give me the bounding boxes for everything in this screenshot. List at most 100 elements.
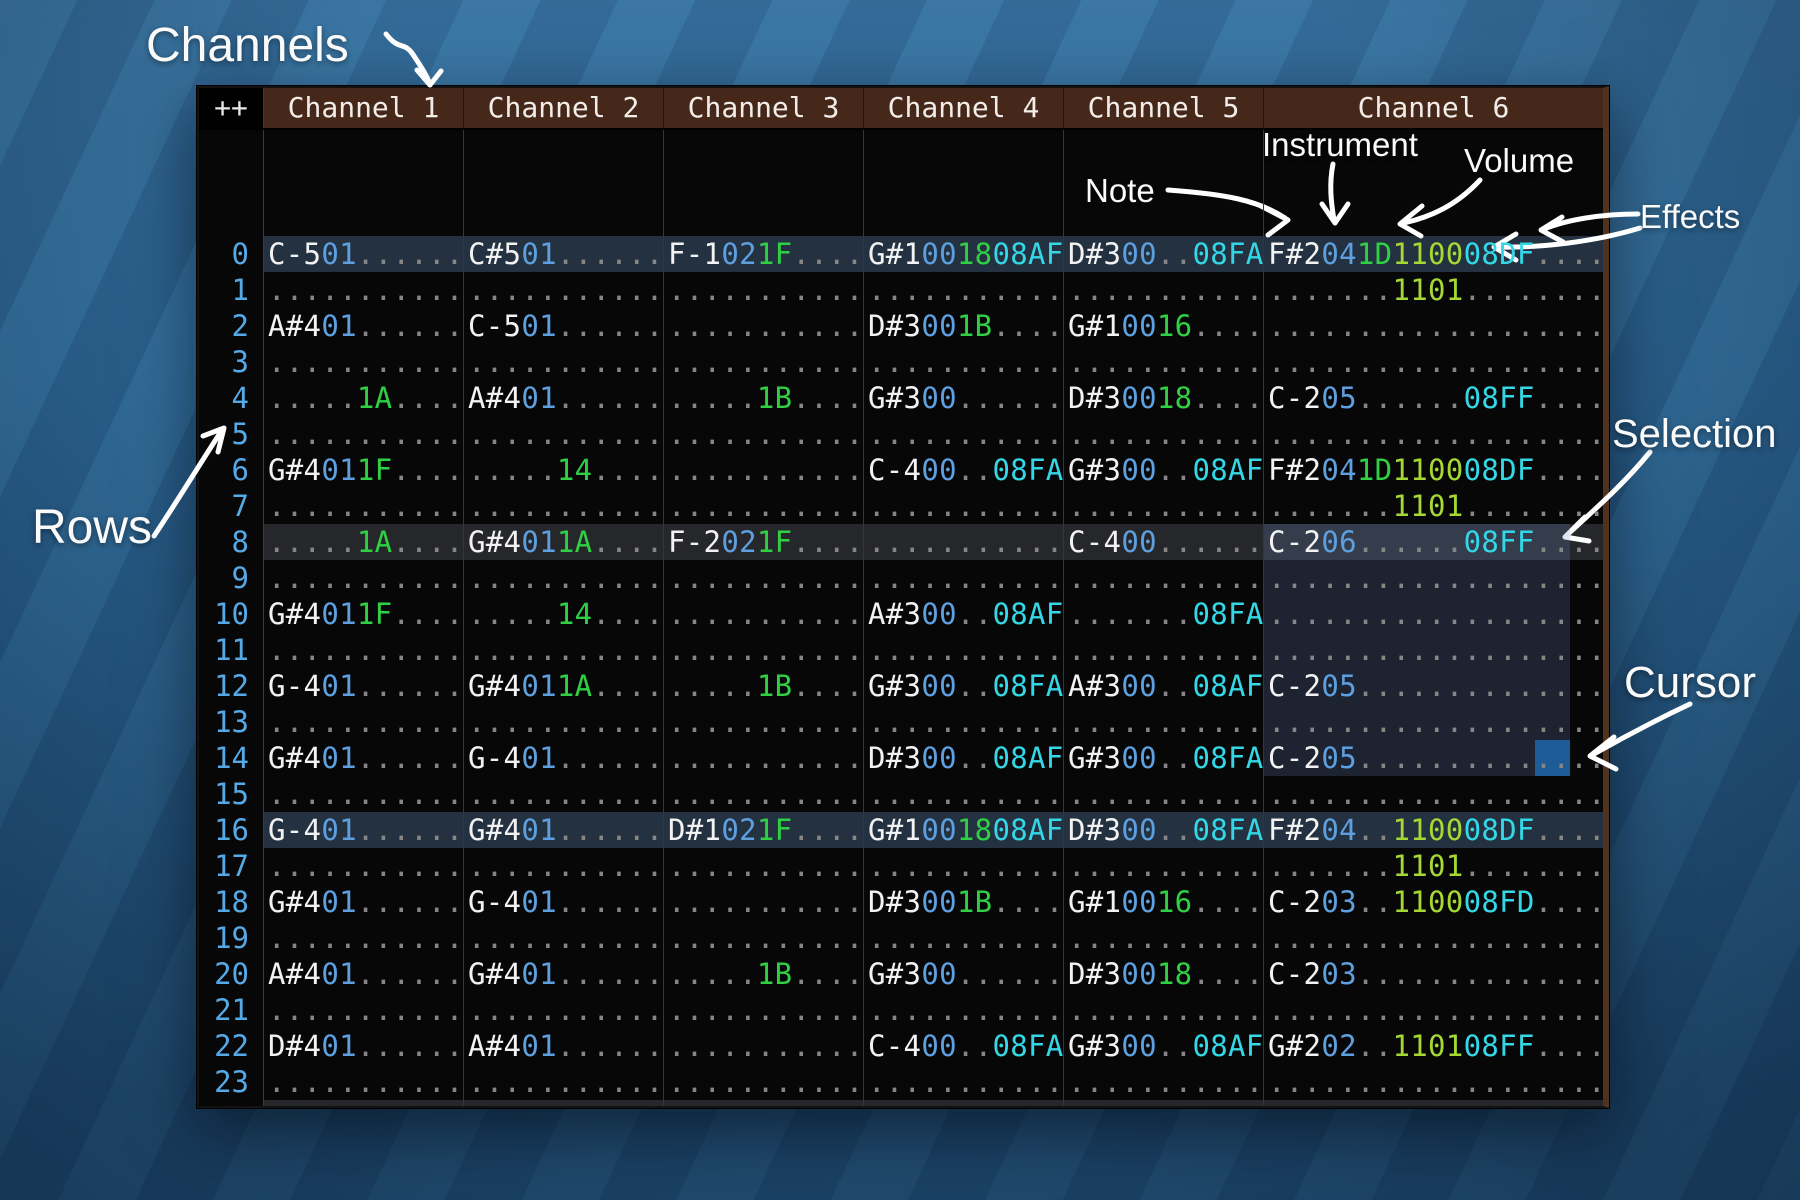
pattern-cell[interactable]: ........... bbox=[864, 704, 1064, 740]
pattern-cell[interactable]: C-205.............. bbox=[1264, 740, 1606, 776]
pattern-cell[interactable]: ........... bbox=[664, 308, 864, 344]
pattern-cell[interactable]: ........... bbox=[264, 416, 464, 452]
pattern-cell[interactable]: C-203.............. bbox=[1264, 956, 1606, 992]
pattern-cell[interactable]: G#401...... bbox=[464, 956, 664, 992]
pattern-cell[interactable]: .....1B.... bbox=[664, 380, 864, 416]
pattern-cell[interactable]: ........... bbox=[464, 560, 664, 596]
pattern-cell[interactable]: F#204..110008DF.... bbox=[1264, 812, 1606, 848]
pattern-cell[interactable]: C-501...... bbox=[464, 308, 664, 344]
pattern-cell[interactable]: .......08FA bbox=[1064, 596, 1264, 632]
pattern-cell[interactable]: ........... bbox=[464, 776, 664, 812]
pattern-cell[interactable]: C-205.............. bbox=[1264, 668, 1606, 704]
pattern-cell[interactable]: ........... bbox=[864, 632, 1064, 668]
pattern-cell[interactable]: ........... bbox=[1064, 704, 1264, 740]
pattern-cell[interactable]: ........... bbox=[664, 1064, 864, 1100]
pattern-cell[interactable]: ........... bbox=[264, 272, 464, 308]
pattern-cell[interactable]: .......1101........ bbox=[1264, 488, 1606, 524]
pattern-cell[interactable]: ........... bbox=[864, 848, 1064, 884]
pattern-cell[interactable]: .....14.... bbox=[464, 452, 664, 488]
pattern-cell[interactable]: G#300...... bbox=[864, 380, 1064, 416]
pattern-cell[interactable]: G-401...... bbox=[464, 884, 664, 920]
pattern-cell[interactable]: ........... bbox=[664, 920, 864, 956]
pattern-cell[interactable]: D#2021F.... bbox=[664, 1100, 864, 1108]
pattern-cell[interactable]: ........... bbox=[864, 416, 1064, 452]
pattern-cell[interactable]: ................... bbox=[1264, 344, 1606, 380]
pattern-cell[interactable]: G-401...... bbox=[264, 668, 464, 704]
pattern-cell[interactable]: .....1A.... bbox=[264, 524, 464, 560]
channel-header-5[interactable]: Channel 5 bbox=[1064, 88, 1264, 128]
pattern-cell[interactable]: ................... bbox=[1264, 992, 1606, 1028]
pattern-cell[interactable]: C-400..08FA bbox=[864, 1028, 1064, 1064]
pattern-cell[interactable]: ........... bbox=[264, 776, 464, 812]
pattern-cell[interactable]: ................... bbox=[1264, 920, 1606, 956]
pattern-cell[interactable]: ........... bbox=[664, 272, 864, 308]
channel-header-2[interactable]: Channel 2 bbox=[464, 88, 664, 128]
pattern-cell[interactable]: G#300..08AF bbox=[1064, 452, 1264, 488]
pattern-cell[interactable]: ........... bbox=[264, 704, 464, 740]
pattern-cell[interactable]: G#4011F.... bbox=[264, 596, 464, 632]
pattern-cell[interactable]: ................... bbox=[1264, 632, 1606, 668]
pattern-cell[interactable]: D#300..08FA bbox=[1064, 236, 1264, 272]
pattern-cell[interactable]: ........... bbox=[464, 1064, 664, 1100]
pattern-cell[interactable]: G#401...... bbox=[464, 812, 664, 848]
pattern-cell[interactable]: G#10016.... bbox=[1064, 308, 1264, 344]
pattern-cell[interactable]: ........... bbox=[1064, 1064, 1264, 1100]
pattern-cell[interactable]: A#401...... bbox=[264, 308, 464, 344]
channel-header-3[interactable]: Channel 3 bbox=[664, 88, 864, 128]
pattern-cell[interactable]: ................... bbox=[1264, 308, 1606, 344]
pattern-cell[interactable]: ........... bbox=[1064, 560, 1264, 596]
pattern-cell[interactable]: G#4011F.... bbox=[264, 452, 464, 488]
pattern-cell[interactable]: .....1A.... bbox=[264, 380, 464, 416]
add-channel-button[interactable]: ++ bbox=[199, 88, 264, 128]
pattern-cell[interactable]: A#300..08AF bbox=[1064, 668, 1264, 704]
pattern-cell[interactable]: ........... bbox=[264, 632, 464, 668]
pattern-cell[interactable]: G#300..08FA bbox=[864, 668, 1064, 704]
pattern-cell[interactable]: ........... bbox=[664, 632, 864, 668]
pattern-cell[interactable]: G#202..110108FF.... bbox=[1264, 1028, 1606, 1064]
pattern-cell[interactable]: D#3001B.... bbox=[864, 308, 1064, 344]
pattern-cell[interactable]: ........... bbox=[664, 704, 864, 740]
pattern-cell[interactable]: ........... bbox=[864, 272, 1064, 308]
pattern-cell[interactable]: D#401...... bbox=[264, 1028, 464, 1064]
pattern-cell[interactable]: ........... bbox=[1064, 920, 1264, 956]
pattern-cell[interactable]: G-401...... bbox=[464, 740, 664, 776]
pattern-cell[interactable]: G#10016.... bbox=[1064, 884, 1264, 920]
pattern-cell[interactable]: ........... bbox=[664, 596, 864, 632]
pattern-cell[interactable]: ........... bbox=[464, 920, 664, 956]
pattern-cell[interactable]: ........... bbox=[664, 560, 864, 596]
channel-header-6[interactable]: Channel 6 bbox=[1264, 88, 1603, 128]
pattern-cell[interactable]: ........... bbox=[464, 416, 664, 452]
pattern-cell[interactable]: .....14.... bbox=[464, 596, 664, 632]
pattern-cell[interactable]: ........... bbox=[464, 704, 664, 740]
pattern-cell[interactable]: A#401...... bbox=[264, 956, 464, 992]
pattern-cell[interactable]: ........... bbox=[664, 776, 864, 812]
pattern-cell[interactable]: ........... bbox=[464, 992, 664, 1028]
pattern-cell[interactable]: G#300..08AF bbox=[1064, 1028, 1264, 1064]
pattern-cell[interactable]: D#300..08FA bbox=[1064, 812, 1264, 848]
pattern-cell[interactable]: ........... bbox=[264, 560, 464, 596]
pattern-cell[interactable]: ........... bbox=[664, 452, 864, 488]
pattern-cell[interactable]: ........... bbox=[664, 488, 864, 524]
pattern-cell[interactable]: D#401...... bbox=[464, 1100, 664, 1108]
pattern-cell[interactable]: ........... bbox=[264, 992, 464, 1028]
pattern-cell[interactable]: ........... bbox=[1064, 344, 1264, 380]
pattern-cell[interactable]: ........... bbox=[264, 488, 464, 524]
pattern-cell[interactable]: ........... bbox=[264, 344, 464, 380]
pattern-cell[interactable]: D#1021F.... bbox=[664, 812, 864, 848]
pattern-cell[interactable]: C-303..110008FD.... bbox=[1264, 1100, 1606, 1108]
pattern-cell[interactable]: C-206......08FF.... bbox=[1264, 524, 1606, 560]
channel-header-4[interactable]: Channel 4 bbox=[864, 88, 1064, 128]
pattern-cell[interactable]: A#300..08AF bbox=[864, 596, 1064, 632]
pattern-cell[interactable]: C-501...... bbox=[264, 236, 464, 272]
pattern-cell[interactable]: A#401...... bbox=[464, 1028, 664, 1064]
pattern-cell[interactable]: G#4011A.... bbox=[464, 524, 664, 560]
pattern-cell[interactable]: D#3001B.... bbox=[864, 884, 1064, 920]
pattern-cell[interactable]: ........... bbox=[864, 1100, 1064, 1108]
pattern-cell[interactable]: C-205......08FF.... bbox=[1264, 380, 1606, 416]
pattern-cell[interactable]: C-400...... bbox=[1064, 524, 1264, 560]
pattern-cell[interactable]: G-401...... bbox=[264, 812, 464, 848]
pattern-cell[interactable]: ........... bbox=[264, 848, 464, 884]
pattern-cell[interactable]: ........... bbox=[864, 992, 1064, 1028]
pattern-cell[interactable]: ................... bbox=[1264, 776, 1606, 812]
pattern-cell[interactable]: G#4011A.... bbox=[464, 668, 664, 704]
